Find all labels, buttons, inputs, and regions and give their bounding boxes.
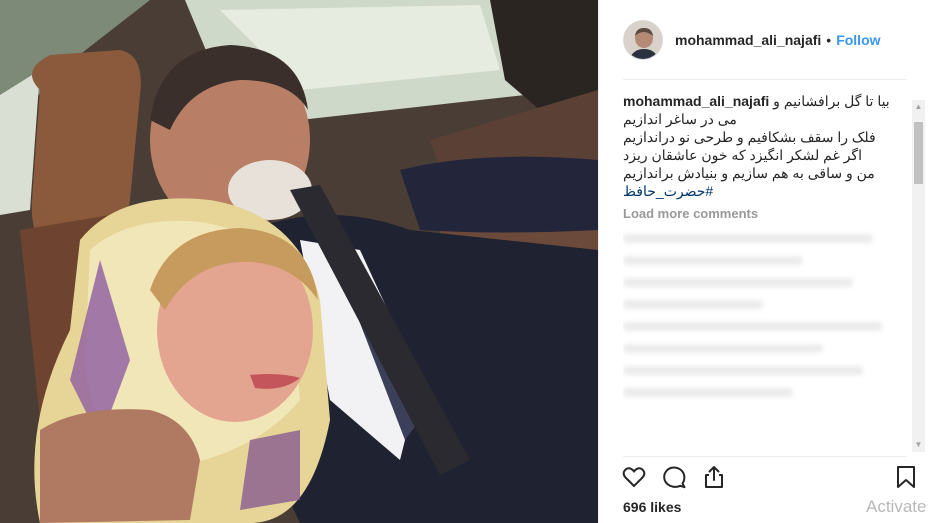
post-header: mohammad_ali_najafi • Follow <box>599 0 939 80</box>
comment-button[interactable] <box>661 464 691 494</box>
caption: mohammad_ali_najafi بیا تا گل برافشانیم … <box>623 92 907 200</box>
share-button[interactable] <box>701 464 731 494</box>
caption-line-1: mohammad_ali_najafi بیا تا گل برافشانیم … <box>623 92 907 110</box>
header-username[interactable]: mohammad_ali_najafi <box>675 32 821 48</box>
caption-username[interactable]: mohammad_ali_najafi <box>623 93 769 109</box>
follow-button[interactable]: Follow <box>836 32 880 48</box>
blurred-comment <box>623 300 763 309</box>
post-photo[interactable] <box>0 0 598 523</box>
blurred-comment <box>623 344 823 353</box>
os-activation-watermark: Activate <box>866 497 927 516</box>
blurred-comment <box>623 234 873 243</box>
caption-line-2: می در ساغر اندازیم <box>623 111 737 127</box>
blurred-comment <box>623 322 883 331</box>
header-divider <box>623 79 907 80</box>
separator-dot: • <box>826 32 832 48</box>
blurred-comments <box>623 234 907 397</box>
likes-count[interactable]: 696 likes <box>623 499 681 515</box>
blurred-comment <box>623 366 863 375</box>
caption-line-4: اگر غم لشکر انگیزد که خون عاشقان ریزد <box>623 147 862 163</box>
comments-section: mohammad_ali_najafi بیا تا گل برافشانیم … <box>623 92 907 454</box>
save-button[interactable] <box>893 464 923 494</box>
caption-line-3: فلک را سقف بشکافیم و طرحی نو دراندازیم <box>623 129 876 145</box>
caption-text-1: بیا تا گل برافشانیم و <box>773 93 890 109</box>
avatar-image <box>624 21 662 59</box>
post-side-panel: mohammad_ali_najafi • Follow mohammad_al… <box>598 0 939 523</box>
load-more-comments-button[interactable]: Load more comments <box>623 206 907 221</box>
share-icon <box>705 466 723 488</box>
bookmark-icon <box>897 466 915 488</box>
instagram-post: mohammad_ali_najafi • Follow mohammad_al… <box>0 0 939 523</box>
caption-line-5: من و ساقی به هم سازیم و بنیادش براندازیم <box>623 165 875 181</box>
heart-icon <box>622 467 646 487</box>
post-actions <box>615 462 925 496</box>
header-text: mohammad_ali_najafi • Follow <box>675 32 881 48</box>
blurred-comment <box>623 256 803 265</box>
comments-scrollbar[interactable]: ▲ ▼ <box>912 100 925 452</box>
caption-hashtag[interactable]: #حضرت_حافظ <box>623 182 907 200</box>
scroll-up-arrow-icon[interactable]: ▲ <box>912 100 925 114</box>
actions-divider <box>623 456 907 457</box>
avatar[interactable] <box>623 20 663 60</box>
blurred-comment <box>623 278 853 287</box>
like-button[interactable] <box>621 464 651 494</box>
scroll-thumb[interactable] <box>914 122 923 184</box>
blurred-comment <box>623 388 793 397</box>
scroll-down-arrow-icon[interactable]: ▼ <box>912 438 925 452</box>
comment-icon <box>663 466 686 489</box>
post-photo-illustration <box>0 0 598 523</box>
